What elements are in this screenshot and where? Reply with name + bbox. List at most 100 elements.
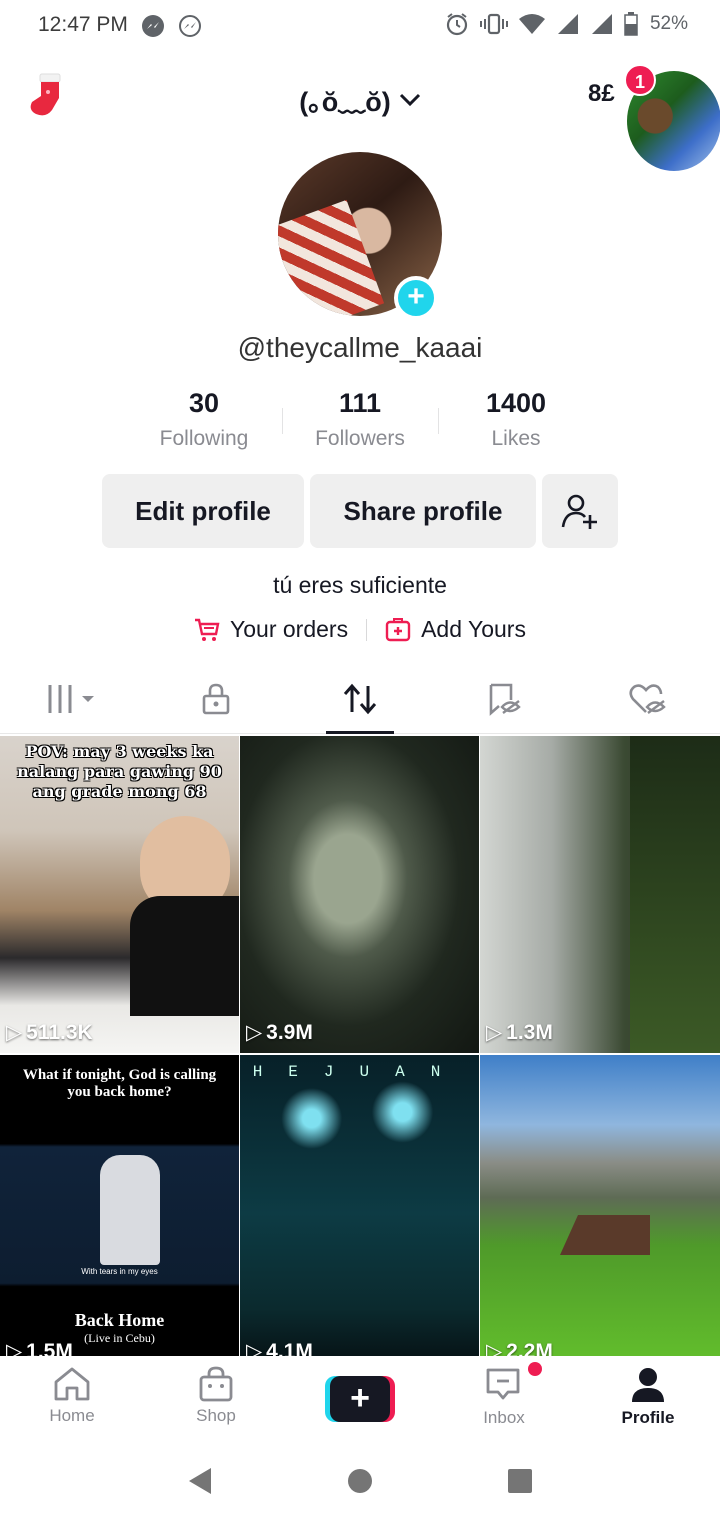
tab-videos[interactable] [0,664,144,733]
shop-bag-icon [199,1366,233,1402]
nav-inbox[interactable]: Inbox [432,1356,576,1442]
view-count-text: 2.2M [506,1339,553,1357]
wifi-icon [518,14,545,34]
nav-label: Profile [621,1408,675,1427]
stat-label: Followers [315,427,405,450]
bottom-nav: Home Shop + Inbox Profile [0,1356,720,1442]
signal-2-icon [591,14,612,34]
profile-stats: 30 Following 111 Followers 1400 Likes [126,388,596,458]
notification-badge: 1 [624,64,656,96]
add-yours-link[interactable]: Add Yours [385,616,526,643]
battery-percent: 52% [649,13,688,34]
lock-icon [202,683,230,714]
add-yours-label: Add Yours [421,616,526,642]
tab-favorites[interactable] [432,664,576,733]
caption-bottom-title: Back Home [74,1310,165,1330]
video-caption-small: With tears in my eyes [81,1267,158,1276]
link-divider [366,618,368,641]
nav-label: Inbox [483,1408,525,1427]
view-count: ▷ 3.9M [246,1020,313,1045]
system-nav [0,1442,720,1520]
video-thumbnail[interactable]: ▷ 1.3M [480,736,720,1053]
play-icon: ▷ [6,1021,23,1044]
profile-handle: @theycallme_kaaai [237,332,483,363]
grid-icon [48,684,94,713]
status-bar: 12:47 PM 52% [0,0,720,54]
video-thumbnail[interactable]: ▷ 3.9M [240,736,479,1053]
battery-icon [624,12,638,36]
edit-profile-button[interactable]: Edit profile [102,474,304,548]
signal-icon [557,14,578,34]
plus-icon: + [330,1376,390,1422]
nav-home[interactable]: Home [0,1356,144,1442]
stat-divider [282,408,283,434]
play-icon: ▷ [246,1340,263,1356]
view-count-text: 4.1M [266,1339,313,1357]
repost-icon [343,683,377,714]
share-profile-button[interactable]: Share profile [310,474,536,548]
home-circle-icon[interactable] [345,1466,375,1496]
video-thumbnail[interactable]: What if tonight, God is calling you back… [0,1055,239,1356]
view-count-text: 3.9M [266,1020,313,1044]
header-title: (｡ŏ﹏ŏ) [299,87,391,117]
nav-create[interactable]: + [288,1356,432,1442]
video-thumbnail[interactable]: HEJUAN ▷ 4.1M [240,1055,479,1356]
stat-followers[interactable]: 111 Followers [282,388,438,458]
content-tabs [0,664,720,734]
tab-reposts[interactable] [288,664,432,734]
stat-following[interactable]: 30 Following [126,388,282,458]
back-icon[interactable] [185,1466,215,1496]
view-count: ▷ 1.5M [6,1339,73,1357]
stat-divider [438,408,439,434]
view-count: ▷ 2.2M [486,1339,553,1357]
add-yours-icon [385,617,411,641]
stat-label: Following [159,427,249,450]
singer-shape [100,1155,160,1265]
create-button[interactable]: + [325,1376,395,1422]
your-orders-link[interactable]: Your orders [194,616,348,643]
tree-shape [630,736,720,1053]
cart-icon [195,618,220,641]
stat-value: 30 [188,388,220,418]
nav-profile[interactable]: Profile [576,1356,720,1442]
stat-value: 1400 [485,388,547,418]
tab-liked[interactable] [576,664,720,733]
video-caption: POV: may 3 weeks ka nalang para gawing 9… [17,742,222,801]
inbox-notification-dot [528,1362,542,1376]
view-count: ▷ 1.3M [486,1020,553,1045]
inbox-icon [486,1368,520,1400]
home-icon [54,1367,90,1401]
profile-header: (｡ŏ﹏ŏ) 8£ 1 [0,58,720,174]
recents-icon[interactable] [505,1466,535,1496]
video-thumbnail[interactable]: POV: may 3 weeks ka nalang para gawing 9… [0,736,239,1053]
add-avatar-button[interactable]: + [394,276,438,320]
your-orders-label: Your orders [230,616,349,642]
vibrate-icon [479,13,508,35]
profile-bio: tú eres suficiente [273,572,447,598]
video-thumbnail[interactable]: ▷ 2.2M [480,1055,720,1356]
tab-private[interactable] [144,664,288,733]
stat-likes[interactable]: 1400 Likes [438,388,594,458]
view-count-text: 511.3K [26,1020,93,1044]
profile-icon [632,1368,664,1402]
video-grid: POV: may 3 weeks ka nalang para gawing 9… [0,736,720,1356]
video-caption-top: What if tonight, God is calling you back… [22,1067,217,1100]
play-icon: ▷ [246,1021,263,1044]
stat-value: 111 [338,388,382,418]
shirt-shape [130,896,239,1016]
bookmark-hidden-icon [489,683,521,716]
gift-text: 8£ [588,80,615,107]
play-icon: ▷ [486,1340,503,1356]
nav-label: Home [49,1406,95,1425]
add-friend-button[interactable] [542,474,618,548]
video-caption: HEJUAN [252,1063,467,1081]
view-count-text: 1.3M [506,1020,553,1044]
play-icon: ▷ [486,1021,503,1044]
view-count: ▷ 511.3K [6,1020,93,1045]
cabin-shape [560,1215,650,1255]
view-count-text: 1.5M [26,1339,73,1357]
alarm-icon [446,13,468,36]
play-icon: ▷ [6,1340,23,1356]
nav-shop[interactable]: Shop [144,1356,288,1442]
messenger-outline-icon [179,15,201,37]
